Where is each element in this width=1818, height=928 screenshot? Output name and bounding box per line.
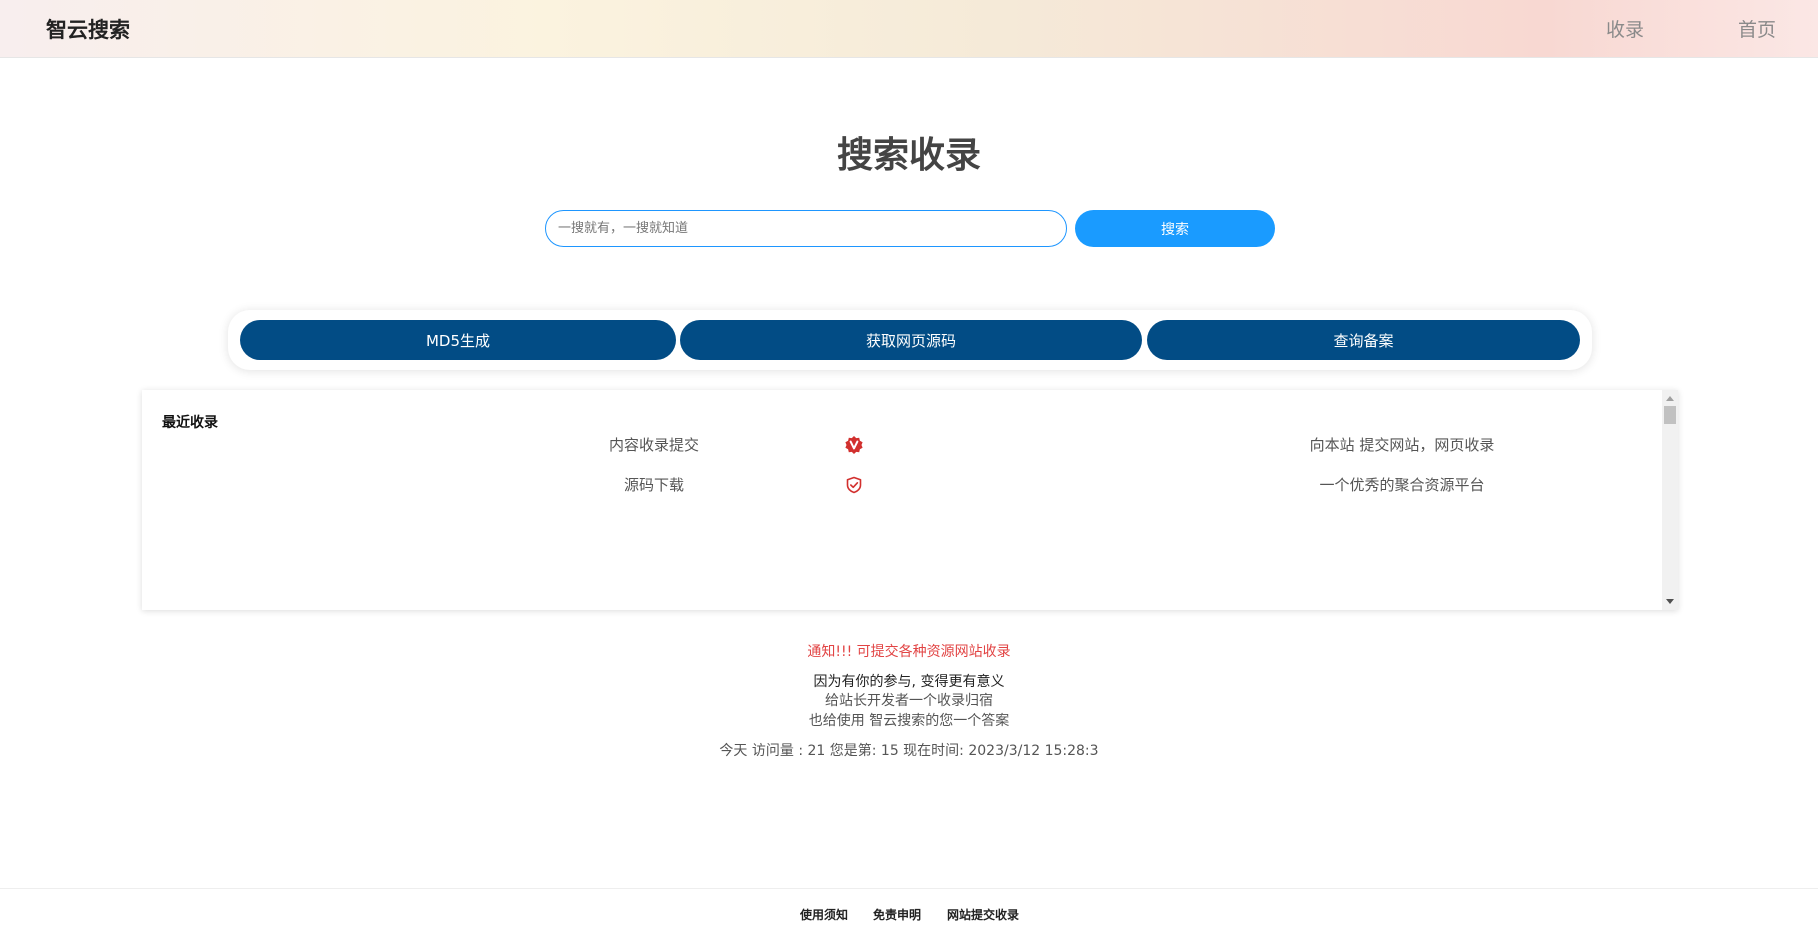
list-item-name[interactable]: 源码下载 bbox=[462, 473, 846, 497]
tools-panel: MD5生成 获取网页源码 查询备案 bbox=[228, 310, 1592, 370]
recent-scrollbar[interactable] bbox=[1662, 390, 1678, 610]
get-page-source-button[interactable]: 获取网页源码 bbox=[680, 320, 1142, 360]
page-title: 搜索收录 bbox=[836, 135, 981, 176]
list-item[interactable]: 内容收录提交 向本站 提交网站，网页收录 bbox=[142, 433, 1662, 457]
slogan-line-1: 因为有你的参与, 变得更有意义 bbox=[813, 674, 1005, 690]
slogan-line-3: 也给使用 智云搜索的您一个答案 bbox=[808, 713, 1010, 729]
search-button[interactable]: 搜索 bbox=[1075, 210, 1275, 247]
slogan-line-2: 给站长开发者一个收录归宿 bbox=[825, 693, 993, 709]
nav-link-home[interactable]: 首页 bbox=[1738, 15, 1776, 42]
md5-generate-button[interactable]: MD5生成 bbox=[240, 320, 676, 360]
list-item-name[interactable]: 内容收录提交 bbox=[462, 433, 846, 457]
top-header: 智云搜索 收录 首页 bbox=[0, 0, 1818, 58]
search-input[interactable] bbox=[545, 210, 1067, 247]
verified-badge-icon bbox=[842, 433, 866, 457]
list-item-desc: 向本站 提交网站，网页收录 bbox=[1309, 436, 1495, 454]
nav-link-collect[interactable]: 收录 bbox=[1606, 15, 1644, 42]
scroll-up-arrow-icon[interactable] bbox=[1666, 396, 1674, 401]
notice-text: 通知!!! 可提交各种资源网站收录 bbox=[807, 644, 1011, 660]
recent-title: 最近收录 bbox=[162, 415, 218, 431]
footer-link-usage[interactable]: 使用须知 bbox=[800, 906, 848, 923]
shield-check-icon bbox=[842, 473, 866, 497]
list-item-desc: 一个优秀的聚合资源平台 bbox=[1319, 476, 1485, 494]
site-brand[interactable]: 智云搜索 bbox=[46, 14, 130, 44]
query-beian-button[interactable]: 查询备案 bbox=[1147, 320, 1580, 360]
scroll-down-arrow-icon[interactable] bbox=[1666, 599, 1674, 604]
footer: 使用须知 免责申明 网站提交收录 bbox=[0, 888, 1818, 928]
list-item[interactable]: 源码下载 一个优秀的聚合资源平台 bbox=[142, 473, 1662, 497]
scroll-thumb[interactable] bbox=[1664, 406, 1676, 424]
footer-link-disclaimer[interactable]: 免责申明 bbox=[873, 906, 921, 923]
footer-link-submit[interactable]: 网站提交收录 bbox=[947, 906, 1019, 923]
visit-stats: 今天 访问量 : 21 您是第: 15 现在时间: 2023/3/12 15:2… bbox=[719, 743, 1099, 759]
recent-list-panel: 最近收录 内容收录提交 向本站 提交网站，网页收录 源码下载 一个优秀的聚合资源… bbox=[142, 390, 1678, 610]
